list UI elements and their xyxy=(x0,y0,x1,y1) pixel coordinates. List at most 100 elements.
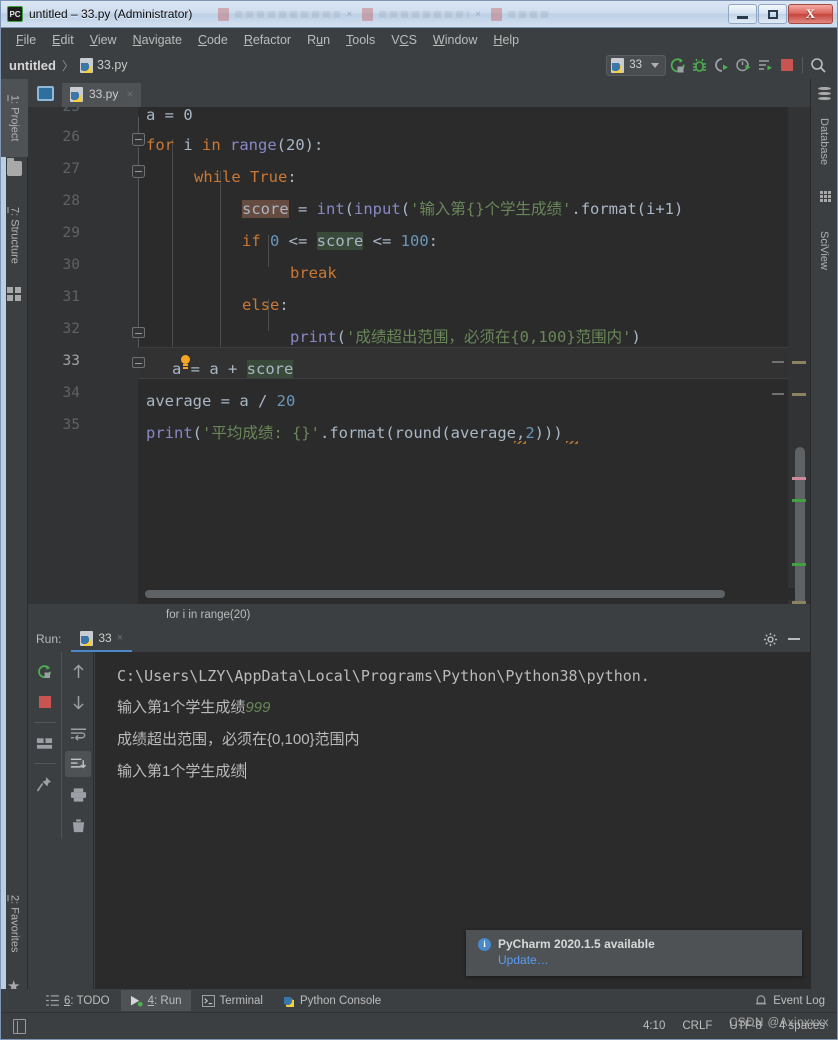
breadcrumb-separator-icon: 〉 xyxy=(61,58,74,73)
marker-change[interactable] xyxy=(792,563,806,566)
sciview-grid-icon xyxy=(820,191,831,202)
divider xyxy=(33,763,56,764)
editor-breadcrumb[interactable]: for i in range(20) xyxy=(166,609,250,621)
menu-code[interactable]: Code xyxy=(191,31,235,49)
scrollbar-thumb[interactable] xyxy=(145,590,725,598)
scroll-to-end-button[interactable] xyxy=(65,751,91,777)
run-with-console-button[interactable] xyxy=(754,54,776,76)
marker-warning[interactable] xyxy=(792,361,806,364)
stop-button[interactable] xyxy=(776,54,798,76)
profile-button[interactable] xyxy=(732,54,754,76)
breadcrumb-file[interactable]: 33.py xyxy=(97,58,128,72)
code-line-32: print('成绩超出范围，必须在{0,100}范围内') xyxy=(146,321,641,353)
ghost-close-icon: × xyxy=(346,8,353,20)
bottom-tab-terminal[interactable]: Terminal xyxy=(193,990,272,1011)
sidebar-item-favorites[interactable]: 2: Favorites xyxy=(1,874,28,974)
num-2: 2 xyxy=(525,424,535,442)
run-button[interactable] xyxy=(666,54,688,76)
rerun-icon xyxy=(38,664,51,678)
fold-marker-while[interactable] xyxy=(132,165,145,178)
minimize-button[interactable] xyxy=(728,4,757,24)
run-config-name: 33 xyxy=(629,59,642,71)
marker-change[interactable] xyxy=(792,499,806,502)
l29-colon: : xyxy=(428,232,439,250)
code-text[interactable]: a = 0 for i in range(20): while True: sc… xyxy=(146,107,810,604)
num-100: 100 xyxy=(400,232,429,250)
sidebar-item-project[interactable]: 1: Project xyxy=(1,79,28,157)
window-title-bar[interactable]: PC untitled – 33.py (Administrator) × × … xyxy=(0,0,838,28)
scroll-up-button[interactable] xyxy=(65,658,91,684)
close-icon[interactable]: × xyxy=(126,87,133,101)
menu-vcs[interactable]: VCS xyxy=(384,31,424,49)
caret-position[interactable]: 4:10 xyxy=(643,1020,665,1032)
menu-tools[interactable]: Tools xyxy=(339,31,382,49)
sidebar-item-database[interactable]: Database xyxy=(810,105,838,179)
soft-wrap-button[interactable] xyxy=(65,720,91,746)
background-window-tabs: × × xyxy=(218,7,727,21)
marker-error[interactable] xyxy=(792,477,806,480)
layout-button[interactable] xyxy=(32,730,58,756)
read-only-icon[interactable] xyxy=(13,1018,26,1034)
pin-icon xyxy=(36,776,51,791)
toolbar-divider xyxy=(802,57,803,73)
hide-panels-icon[interactable] xyxy=(37,86,54,101)
marker-warning[interactable] xyxy=(792,393,806,396)
close-icon[interactable]: × xyxy=(117,632,123,644)
run-sidebar-right-column xyxy=(61,652,94,839)
run-coverage-button[interactable] xyxy=(710,54,732,76)
menu-edit[interactable]: Edit xyxy=(45,31,81,49)
ghost-app-icon xyxy=(218,7,230,21)
print-button[interactable] xyxy=(65,782,91,808)
editor-vertical-scrollbar[interactable] xyxy=(795,447,805,604)
minimize-icon[interactable] xyxy=(788,638,800,640)
bottom-tab-run[interactable]: 4: Run xyxy=(120,990,191,1011)
run-configuration-selector[interactable]: 33 xyxy=(606,54,666,76)
fold-marker-for[interactable] xyxy=(132,133,145,146)
run-config-python-icon xyxy=(611,57,625,73)
fn-input: input xyxy=(354,200,401,218)
scroll-down-button[interactable] xyxy=(65,689,91,715)
notification-update-link[interactable]: Update… xyxy=(498,953,802,967)
breadcrumb-project[interactable]: untitled xyxy=(9,58,56,73)
l35-format: .format(round(average xyxy=(320,424,516,442)
clear-all-button[interactable] xyxy=(65,813,91,839)
line-separator[interactable]: CRLF xyxy=(682,1020,712,1032)
bottom-tab-python-console[interactable]: Python Console xyxy=(274,990,390,1011)
maximize-button[interactable] xyxy=(758,4,787,24)
menu-refactor[interactable]: Refactor xyxy=(237,31,298,49)
close-button[interactable]: X xyxy=(788,4,833,24)
menu-window[interactable]: Window xyxy=(426,31,484,49)
bottom-tab-todo-label: 6: TODO xyxy=(64,994,110,1007)
sidebar-item-sciview[interactable]: SciView xyxy=(810,215,838,285)
editor-tab-33py[interactable]: 33.py × xyxy=(62,83,142,107)
event-log-button[interactable]: Event Log xyxy=(755,994,837,1007)
menu-help[interactable]: Help xyxy=(486,31,526,49)
menu-navigate[interactable]: Navigate xyxy=(126,31,189,49)
run-tab-33[interactable]: 33 × xyxy=(71,626,133,652)
menu-view[interactable]: View xyxy=(83,31,124,49)
inspection-squiggle xyxy=(514,441,526,444)
gear-icon[interactable] xyxy=(763,632,778,647)
num-0: 0 xyxy=(260,232,280,250)
code-editor[interactable]: 25 26 27 28 29 30 31 32 33 34 35 a = 0 f… xyxy=(28,107,810,604)
search-everywhere-button[interactable] xyxy=(807,54,829,76)
menu-file[interactable]: File xyxy=(9,31,43,49)
editor-gutter[interactable]: 25 26 27 28 29 30 31 32 33 34 35 xyxy=(28,107,138,604)
code-line-25: a = 0 xyxy=(146,107,193,131)
num-20: 20 xyxy=(267,392,296,410)
editor-marker-bar[interactable] xyxy=(788,107,810,604)
menu-run[interactable]: Run xyxy=(300,31,337,49)
sidebar-item-structure[interactable]: 7: Structure xyxy=(1,189,28,281)
op-le-1: <= xyxy=(279,232,317,250)
bottom-tab-terminal-label: Terminal xyxy=(219,994,263,1007)
fold-marker-end-while[interactable] xyxy=(132,327,145,338)
stop-button[interactable] xyxy=(32,689,58,715)
debug-button[interactable] xyxy=(688,54,710,76)
pin-button[interactable] xyxy=(32,771,58,797)
minimize-icon xyxy=(737,15,748,19)
fold-marker-end-for[interactable] xyxy=(132,357,145,368)
notification-balloon[interactable]: i PyCharm 2020.1.5 available Update… xyxy=(466,930,802,976)
rerun-button[interactable] xyxy=(32,658,58,684)
bottom-tab-todo[interactable]: 6: TODO xyxy=(37,990,119,1011)
editor-horizontal-scrollbar[interactable] xyxy=(140,588,795,600)
